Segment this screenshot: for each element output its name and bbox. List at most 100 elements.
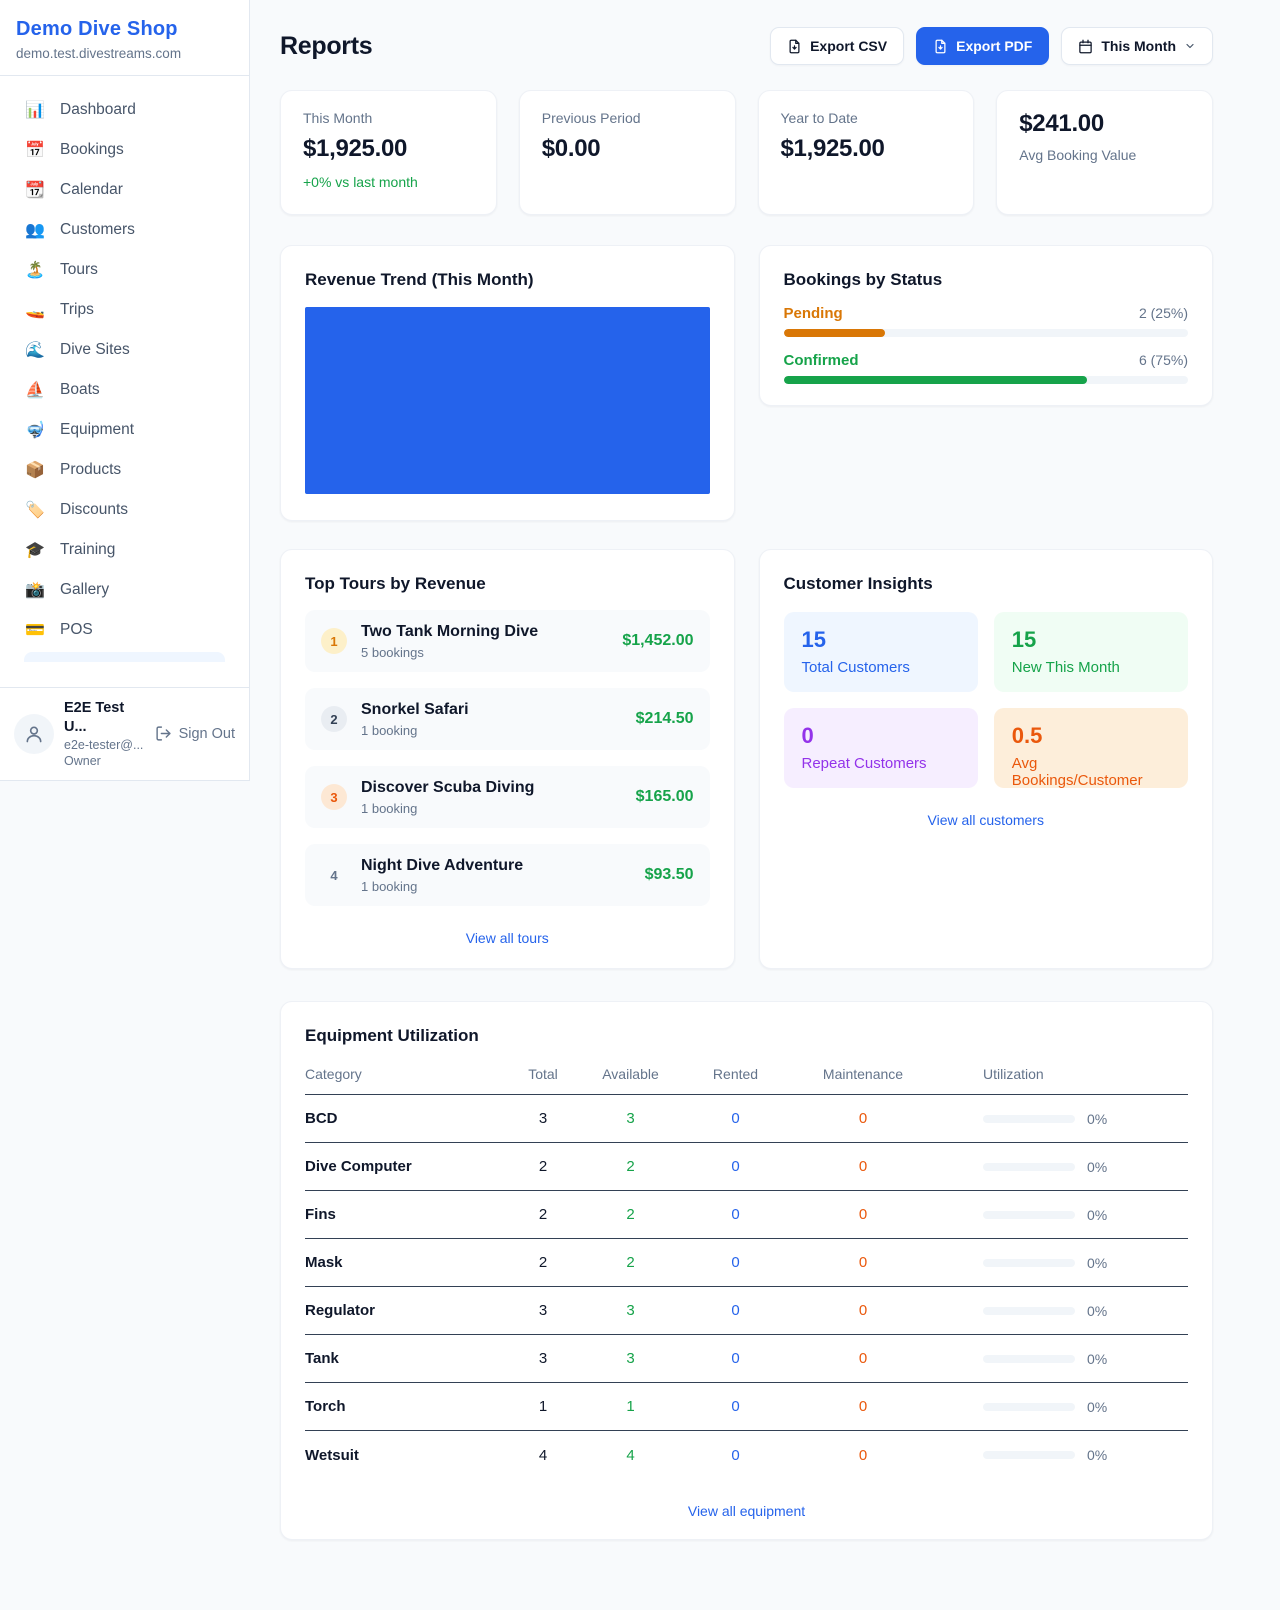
tour-revenue: $1,452.00 [622, 632, 693, 650]
equipment-category: Tank [305, 1350, 508, 1367]
stat-card: Previous Period $0.00 [519, 90, 736, 215]
stat-label: Year to Date [781, 110, 952, 126]
nav-item-icon: 📸 [24, 580, 46, 600]
main-content: Reports Export CSV Export PDF This Month… [250, 0, 1280, 1540]
insight-label: Repeat Customers [802, 755, 960, 772]
avatar [14, 714, 54, 754]
table-row: Wetsuit 4 4 0 0 0% [305, 1431, 1188, 1479]
nav-item-label: Tours [60, 261, 98, 279]
equipment-table-header: Category Total Available Rented Maintena… [305, 1046, 1188, 1095]
nav-item-label: Training [60, 541, 115, 559]
tour-rank-badge: 2 [321, 706, 347, 732]
customer-insights-title: Customer Insights [784, 574, 1189, 594]
view-all-equipment-link[interactable]: View all equipment [305, 1503, 1188, 1519]
top-tours-title: Top Tours by Revenue [305, 574, 710, 594]
sidebar-item[interactable]: ⛵ Boats [12, 370, 237, 410]
customer-insights-card: Customer Insights 15 Total Customers 15 … [759, 549, 1214, 969]
column-maintenance: Maintenance [788, 1066, 938, 1082]
revenue-trend-chart [305, 307, 710, 494]
top-tours-card: Top Tours by Revenue 1 Two Tank Morning … [280, 549, 735, 969]
tour-revenue: $214.50 [636, 710, 694, 728]
sidebar-item[interactable]: 🌊 Dive Sites [12, 330, 237, 370]
nav-item-label: Discounts [60, 501, 128, 519]
sidebar-item[interactable]: 📊 Dashboard [12, 90, 237, 130]
user-meta: E2E Test U... e2e-tester@... Owner [64, 699, 145, 769]
table-row: Torch 1 1 0 0 0% [305, 1383, 1188, 1431]
stat-label: Previous Period [542, 110, 713, 126]
nav-item-icon: 📆 [24, 180, 46, 200]
utilization-percent: 0% [1087, 1111, 1107, 1127]
header-actions: Export CSV Export PDF This Month [770, 27, 1213, 65]
utilization-bar-track [983, 1355, 1075, 1363]
sidebar-item[interactable]: 🚤 Trips [12, 290, 237, 330]
sidebar-item-reports-partial[interactable] [24, 652, 225, 662]
sidebar-item[interactable]: 👥 Customers [12, 210, 237, 250]
equipment-maintenance: 0 [788, 1110, 938, 1127]
revenue-trend-title: Revenue Trend (This Month) [305, 270, 710, 290]
equipment-category: Fins [305, 1206, 508, 1223]
chevron-down-icon [1184, 40, 1196, 52]
sidebar-item[interactable]: 🏷️ Discounts [12, 490, 237, 530]
user-email: e2e-tester@... [64, 737, 145, 753]
utilization-percent: 0% [1087, 1399, 1107, 1415]
period-selector[interactable]: This Month [1061, 27, 1213, 65]
file-download-icon [787, 39, 802, 54]
sidebar-item[interactable]: 📆 Calendar [12, 170, 237, 210]
column-available: Available [578, 1066, 683, 1082]
sidebar-item[interactable]: 🎓 Training [12, 530, 237, 570]
nav-item-label: Dashboard [60, 101, 136, 119]
insight-tile: 0 Repeat Customers [784, 708, 978, 788]
nav-item-label: Equipment [60, 421, 134, 439]
view-all-customers-link[interactable]: View all customers [784, 812, 1189, 828]
export-csv-button[interactable]: Export CSV [770, 27, 904, 65]
sidebar-item[interactable]: 🤿 Equipment [12, 410, 237, 450]
stat-card: This Month $1,925.00 +0% vs last month [280, 90, 497, 215]
revenue-trend-card: Revenue Trend (This Month) [280, 245, 735, 521]
nav-item-label: POS [60, 621, 93, 639]
status-row: Pending 2 (25%) [784, 305, 1189, 337]
user-name: E2E Test U... [64, 699, 145, 737]
sidebar-item[interactable]: 📦 Products [12, 450, 237, 490]
tour-row: 3 Discover Scuba Diving 1 booking $165.0… [305, 766, 710, 828]
view-all-tours-link[interactable]: View all tours [305, 930, 710, 946]
tour-bookings: 5 bookings [361, 645, 538, 660]
bookings-by-status-card: Bookings by Status Pending 2 (25%) Confi… [759, 245, 1214, 406]
equipment-rented: 0 [683, 1158, 788, 1175]
sidebar-nav: 📊 Dashboard 📅 Bookings 📆 Calendar 👥 Cust… [0, 76, 249, 687]
column-category: Category [305, 1066, 508, 1082]
table-row: Fins 2 2 0 0 0% [305, 1191, 1188, 1239]
brand-domain: demo.test.divestreams.com [16, 46, 233, 61]
column-utilization: Utilization [938, 1066, 1188, 1082]
tour-name: Two Tank Morning Dive [361, 623, 538, 641]
export-csv-label: Export CSV [810, 38, 887, 54]
sign-out-button[interactable]: Sign Out [155, 725, 235, 742]
stat-delta: +0% vs last month [303, 174, 474, 190]
export-pdf-label: Export PDF [956, 38, 1032, 54]
equipment-available: 2 [578, 1206, 683, 1223]
equipment-total: 4 [508, 1447, 578, 1464]
tour-name: Discover Scuba Diving [361, 779, 534, 797]
stat-value: $241.00 [1019, 110, 1190, 138]
sidebar-item[interactable]: 📸 Gallery [12, 570, 237, 610]
nav-item-label: Boats [60, 381, 100, 399]
status-bar-fill [784, 329, 885, 337]
sidebar-item[interactable]: 📅 Bookings [12, 130, 237, 170]
equipment-total: 2 [508, 1158, 578, 1175]
utilization-percent: 0% [1087, 1207, 1107, 1223]
equipment-available: 3 [578, 1302, 683, 1319]
tour-rank-badge: 4 [321, 862, 347, 888]
nav-item-label: Trips [60, 301, 94, 319]
sidebar-item[interactable]: 🏝️ Tours [12, 250, 237, 290]
insight-label: Total Customers [802, 659, 960, 676]
export-pdf-button[interactable]: Export PDF [916, 27, 1049, 65]
insight-tiles: 15 Total Customers 15 New This Month 0 R… [784, 612, 1189, 788]
insights-row: Top Tours by Revenue 1 Two Tank Morning … [280, 549, 1213, 969]
nav-item-icon: 🌊 [24, 340, 46, 360]
sidebar: Demo Dive Shop demo.test.divestreams.com… [0, 0, 250, 781]
sign-out-label: Sign Out [179, 726, 235, 742]
tour-row: 4 Night Dive Adventure 1 booking $93.50 [305, 844, 710, 906]
sidebar-item[interactable]: 💳 POS [12, 610, 237, 650]
equipment-total: 1 [508, 1398, 578, 1415]
utilization-percent: 0% [1087, 1447, 1107, 1463]
nav-item-icon: 🏷️ [24, 500, 46, 520]
